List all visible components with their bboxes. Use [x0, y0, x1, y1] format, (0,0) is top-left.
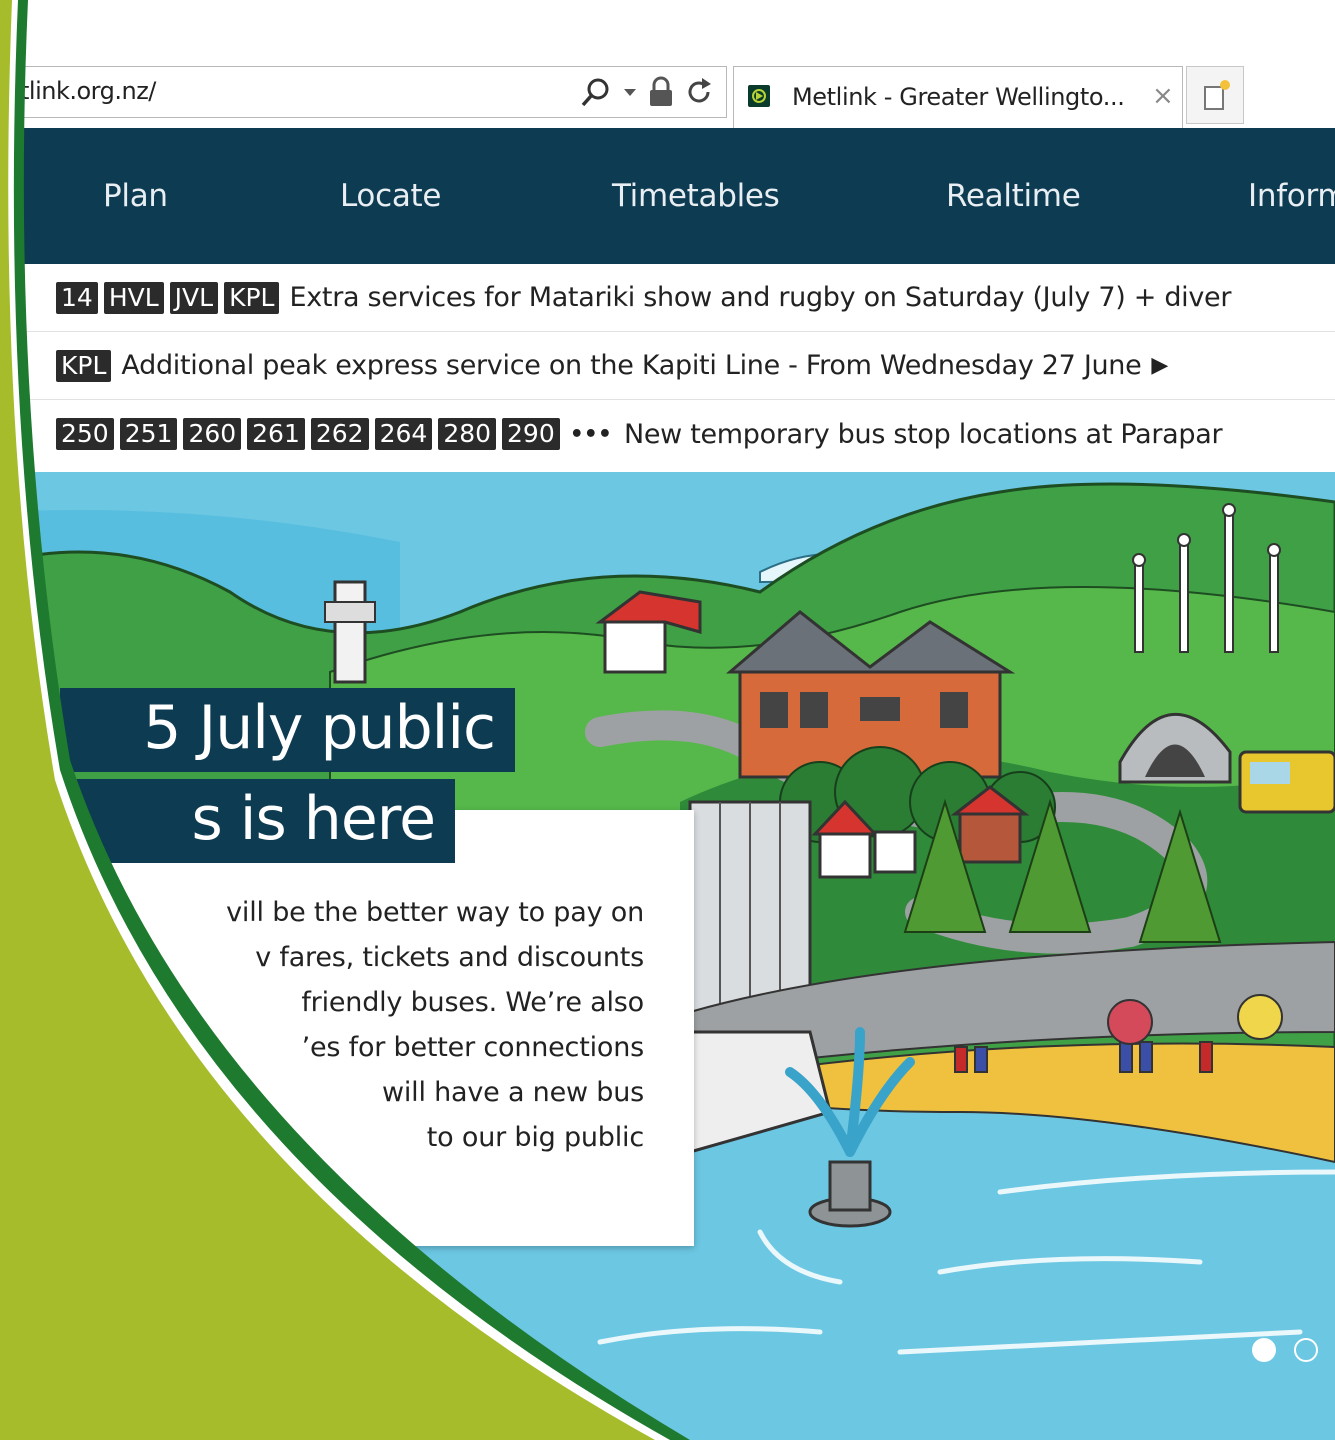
route-tag: KPL	[56, 349, 112, 382]
hero-card-line: to our big public	[426, 1122, 644, 1153]
nav-timetables[interactable]: Timetables	[612, 178, 780, 214]
alert-text[interactable]: New temporary bus stop locations at Para…	[624, 419, 1223, 450]
expand-arrow-icon[interactable]: ▶	[1151, 353, 1168, 378]
hero-title: 5 July public	[60, 688, 515, 772]
address-bar[interactable]: tlink.org.nz/	[0, 66, 727, 118]
nav-plan[interactable]: Plan	[103, 178, 168, 214]
more-tags-icon[interactable]: •••	[570, 422, 612, 447]
refresh-icon[interactable]	[684, 76, 714, 108]
hero-card-line: v fares, tickets and discounts	[255, 942, 644, 973]
alert-row[interactable]: 14 HVL JVL KPL Extra services for Matari…	[0, 264, 1335, 332]
route-tag: 251	[119, 418, 178, 450]
dropdown-icon[interactable]	[622, 76, 638, 108]
search-icon[interactable]	[580, 76, 612, 108]
hero-card-line: will have a new bus	[381, 1077, 644, 1108]
address-text[interactable]: tlink.org.nz/	[20, 77, 156, 105]
carousel-dots	[1252, 1338, 1318, 1362]
close-icon[interactable]: ×	[1152, 81, 1174, 111]
lock-icon[interactable]	[648, 76, 674, 108]
service-alerts: 14 HVL JVL KPL Extra services for Matari…	[0, 264, 1335, 472]
route-tag: 260	[183, 418, 242, 450]
route-tag: HVL	[103, 281, 164, 314]
new-tab-button[interactable]	[1186, 66, 1244, 124]
route-tag: KPL	[224, 281, 280, 314]
route-tag: 280	[438, 418, 497, 450]
site-nav: Plan Locate Timetables Realtime Inform	[0, 128, 1335, 264]
hero-carousel[interactable]: vill be the better way to pay on v fares…	[0, 472, 1335, 1440]
alert-row[interactable]: KPL Additional peak express service on t…	[0, 332, 1335, 400]
route-tag: JVL	[169, 281, 219, 314]
tab-title: Metlink - Greater Wellingto...	[792, 83, 1125, 111]
browser-chrome: tlink.org.nz/ Metlink - Greater Wellingt…	[0, 0, 1335, 128]
route-tag: 290	[502, 418, 560, 450]
route-tag: 264	[374, 418, 433, 450]
hero-card-line: ’es for better connections	[301, 1032, 645, 1063]
alert-text[interactable]: Additional peak express service on the K…	[121, 350, 1141, 381]
hero-card-text: vill be the better way to pay on v fares…	[194, 890, 644, 1160]
alert-text[interactable]: Extra services for Matariki show and rug…	[289, 282, 1231, 313]
browser-tab[interactable]: Metlink - Greater Wellingto... ×	[733, 66, 1183, 128]
address-bar-icons	[580, 75, 714, 109]
nav-realtime[interactable]: Realtime	[946, 178, 1081, 214]
alert-row[interactable]: 250 251 260 261 262 264 280 290 ••• New …	[0, 400, 1335, 468]
carousel-dot-active[interactable]	[1252, 1338, 1276, 1362]
carousel-dot[interactable]	[1294, 1338, 1318, 1362]
nav-information[interactable]: Inform	[1248, 178, 1335, 214]
route-tag: 261	[247, 418, 305, 450]
hero-card[interactable]: vill be the better way to pay on v fares…	[60, 810, 694, 1246]
hero-card-line: friendly buses. We’re also	[301, 987, 644, 1018]
favicon	[748, 85, 770, 107]
route-tag: 250	[56, 418, 114, 450]
new-tab-icon	[1204, 80, 1230, 110]
route-tag: 14	[56, 281, 98, 314]
hero-title: s is here	[60, 779, 455, 863]
hero-card-line: vill be the better way to pay on	[226, 897, 644, 928]
route-tag: 262	[310, 418, 369, 450]
nav-locate[interactable]: Locate	[340, 178, 441, 214]
